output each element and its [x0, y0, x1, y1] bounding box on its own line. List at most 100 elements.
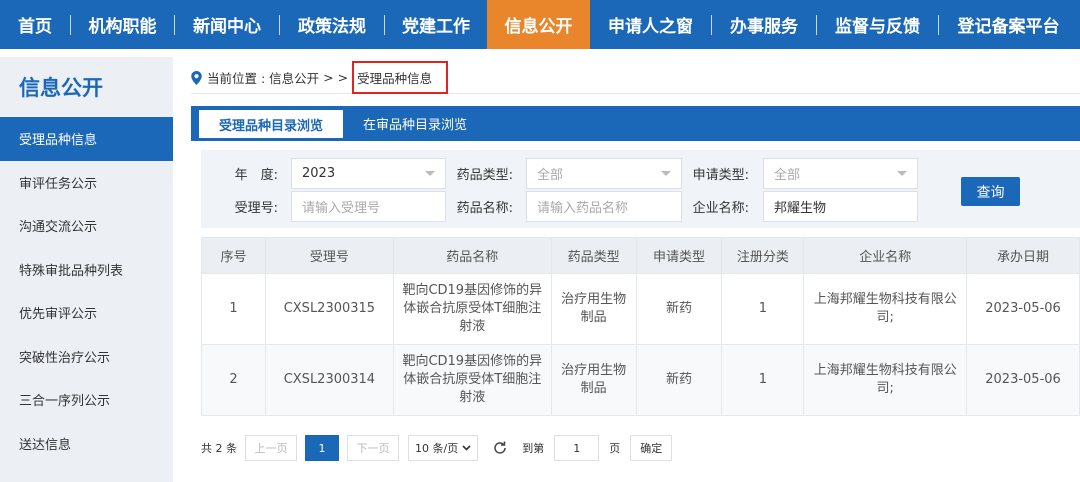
column-header: 药品类型: [550, 237, 637, 274]
sidebar-item-label: 受理品种信息: [19, 133, 98, 149]
drug-type-select[interactable]: 全部: [526, 158, 682, 189]
pagination: 共 2 条 上一页 1 下一页 10 条/页 到第 1 页 确定: [201, 434, 673, 462]
breadcrumb: 当前位置 : 信息公开 > > 受理品种信息: [191, 61, 1080, 94]
sidebar-item-accepted-varieties[interactable]: 受理品种信息: [0, 117, 173, 161]
company-label: 企业名称:: [692, 201, 749, 216]
breadcrumb-current: 受理品种信息: [352, 61, 449, 94]
apply-type-select[interactable]: 全部: [763, 158, 918, 189]
sidebar-item-label: 三合一序列公示: [19, 394, 111, 410]
goto-label: 到第: [522, 442, 545, 455]
sidebar-item-delivery-info[interactable]: 送达信息: [0, 422, 173, 466]
nav-registration-platform-label: 登记备案平台: [957, 17, 1060, 37]
goto-confirm-button[interactable]: 确定: [630, 435, 673, 461]
nav-organization-label: 机构职能: [88, 17, 157, 37]
tab-under-review-catalog[interactable]: 在审品种目录浏览: [343, 106, 487, 141]
cell-drug-type: 治疗用生物制品: [550, 344, 637, 416]
nav-home[interactable]: 首页: [0, 0, 70, 49]
page-size-select[interactable]: 10 条/页: [408, 435, 479, 461]
year-select-value: 2023: [302, 166, 336, 181]
nav-applicant-window-label: 申请人之窗: [608, 17, 693, 37]
column-header: 序号: [201, 237, 266, 274]
cell-index: 2: [201, 344, 266, 416]
sidebar-item-label: 审评任务公示: [19, 176, 98, 192]
cell-apply-type: 新药: [635, 344, 723, 416]
apply-type-label: 申请类型:: [692, 168, 749, 183]
nav-info-disclosure[interactable]: 信息公开: [487, 0, 590, 49]
drug-name-input[interactable]: 请输入药品名称: [526, 191, 682, 222]
company-input[interactable]: 邦耀生物: [763, 191, 918, 222]
refresh-icon[interactable]: [492, 440, 508, 456]
drug-type-select-value: 全部: [537, 168, 564, 183]
drug-name-placeholder: 请输入药品名称: [537, 201, 629, 216]
table-row[interactable]: 1 CXSL2300315 靶向CD19基因修饰的异体嵌合抗原受体T细胞注射液 …: [201, 273, 1080, 345]
sidebar-item-special-approval[interactable]: 特殊审批品种列表: [0, 248, 173, 292]
sidebar-item-three-in-one[interactable]: 三合一序列公示: [0, 378, 173, 422]
chevron-down-icon: [897, 171, 907, 176]
location-pin-icon: [191, 70, 202, 85]
sidebar-item-communication[interactable]: 沟通交流公示: [0, 204, 173, 248]
sidebar-item-label: 优先审评公示: [19, 307, 98, 323]
query-button[interactable]: 查询: [961, 177, 1020, 206]
next-page-button[interactable]: 下一页: [347, 435, 399, 461]
prev-page-button[interactable]: 上一页: [245, 435, 297, 461]
year-select[interactable]: 2023: [291, 158, 446, 189]
chevron-down-icon: [462, 445, 471, 451]
column-header: 受理号: [264, 237, 394, 274]
results-table: 序号 受理号 药品名称 药品类型 申请类型 注册分类 企业名称 承办日期 1 C…: [201, 237, 1080, 416]
accept-no-input[interactable]: 请输入受理号: [291, 191, 446, 222]
nav-news-label: 新闻中心: [193, 17, 261, 37]
nav-feedback[interactable]: 监督与反馈: [817, 0, 938, 49]
nav-services[interactable]: 办事服务: [712, 0, 816, 49]
cell-registration-class: 1: [721, 273, 805, 345]
cell-company: 上海邦耀生物科技有限公司;: [803, 273, 968, 345]
sidebar-item-label: 特殊审批品种列表: [19, 263, 124, 279]
sidebar-item-breakthrough-therapy[interactable]: 突破性治疗公示: [0, 335, 173, 379]
goto-page-input[interactable]: 1: [554, 435, 600, 461]
nav-registration-platform[interactable]: 登记备案平台: [939, 0, 1078, 49]
table-header-row: 序号 受理号 药品名称 药品类型 申请类型 注册分类 企业名称 承办日期: [201, 237, 1080, 274]
cell-accept-no: CXSL2300315: [264, 273, 394, 345]
column-header: 注册分类: [721, 237, 805, 274]
column-header: 承办日期: [966, 237, 1080, 274]
nav-services-label: 办事服务: [730, 17, 798, 37]
year-label: 年 度:: [234, 168, 278, 183]
column-header: 申请类型: [635, 237, 723, 274]
nav-party-label: 党建工作: [402, 17, 470, 37]
cell-apply-type: 新药: [635, 273, 723, 345]
page-unit-label: 页: [609, 442, 621, 455]
sidebar-item-label: 送达信息: [19, 437, 72, 453]
tab-bar: 受理品种目录浏览 在审品种目录浏览: [191, 106, 1080, 141]
apply-type-select-value: 全部: [774, 168, 801, 183]
company-input-value: 邦耀生物: [774, 201, 827, 216]
cell-registration-class: 1: [721, 344, 805, 416]
nav-news[interactable]: 新闻中心: [175, 0, 279, 49]
filter-panel: 年 度: 2023 药品类型: 全部 申请类型: 全部 受理号: 请输入受理号 …: [201, 150, 1080, 228]
nav-feedback-label: 监督与反馈: [835, 17, 920, 37]
nav-applicant-window[interactable]: 申请人之窗: [590, 0, 711, 49]
cell-index: 1: [201, 273, 266, 345]
total-count: 共 2 条: [201, 442, 237, 455]
sidebar-item-review-tasks[interactable]: 审评任务公示: [0, 161, 173, 205]
cell-drug-type: 治疗用生物制品: [550, 273, 637, 345]
drug-type-label: 药品类型:: [456, 168, 513, 183]
nav-policy-label: 政策法规: [298, 17, 366, 37]
nav-organization[interactable]: 机构职能: [71, 0, 174, 49]
table-row[interactable]: 2 CXSL2300314 靶向CD19基因修饰的异体嵌合抗原受体T细胞注射液 …: [201, 344, 1080, 416]
breadcrumb-separator: >: [323, 70, 334, 85]
sidebar: 信息公开 受理品种信息 审评任务公示 沟通交流公示 特殊审批品种列表 优先审评公…: [0, 57, 173, 482]
cell-accept-no: CXSL2300314: [264, 344, 394, 416]
page-1-button[interactable]: 1: [305, 435, 339, 461]
cell-drug-name: 靶向CD19基因修饰的异体嵌合抗原受体T细胞注射液: [392, 344, 552, 416]
cell-date: 2023-05-06: [966, 344, 1080, 416]
nav-party[interactable]: 党建工作: [385, 0, 487, 49]
breadcrumb-prefix[interactable]: 当前位置 : 信息公开: [207, 68, 319, 87]
nav-info-disclosure-label: 信息公开: [504, 17, 573, 37]
page-size-value: 10 条/页: [415, 442, 459, 455]
column-header: 药品名称: [392, 237, 552, 274]
cell-drug-name: 靶向CD19基因修饰的异体嵌合抗原受体T细胞注射液: [392, 273, 552, 345]
nav-policy[interactable]: 政策法规: [280, 0, 384, 49]
sidebar-item-label: 突破性治疗公示: [19, 350, 111, 366]
breadcrumb-separator: >: [337, 70, 349, 85]
sidebar-item-priority-review[interactable]: 优先审评公示: [0, 291, 173, 335]
tab-accepted-catalog[interactable]: 受理品种目录浏览: [199, 110, 344, 141]
